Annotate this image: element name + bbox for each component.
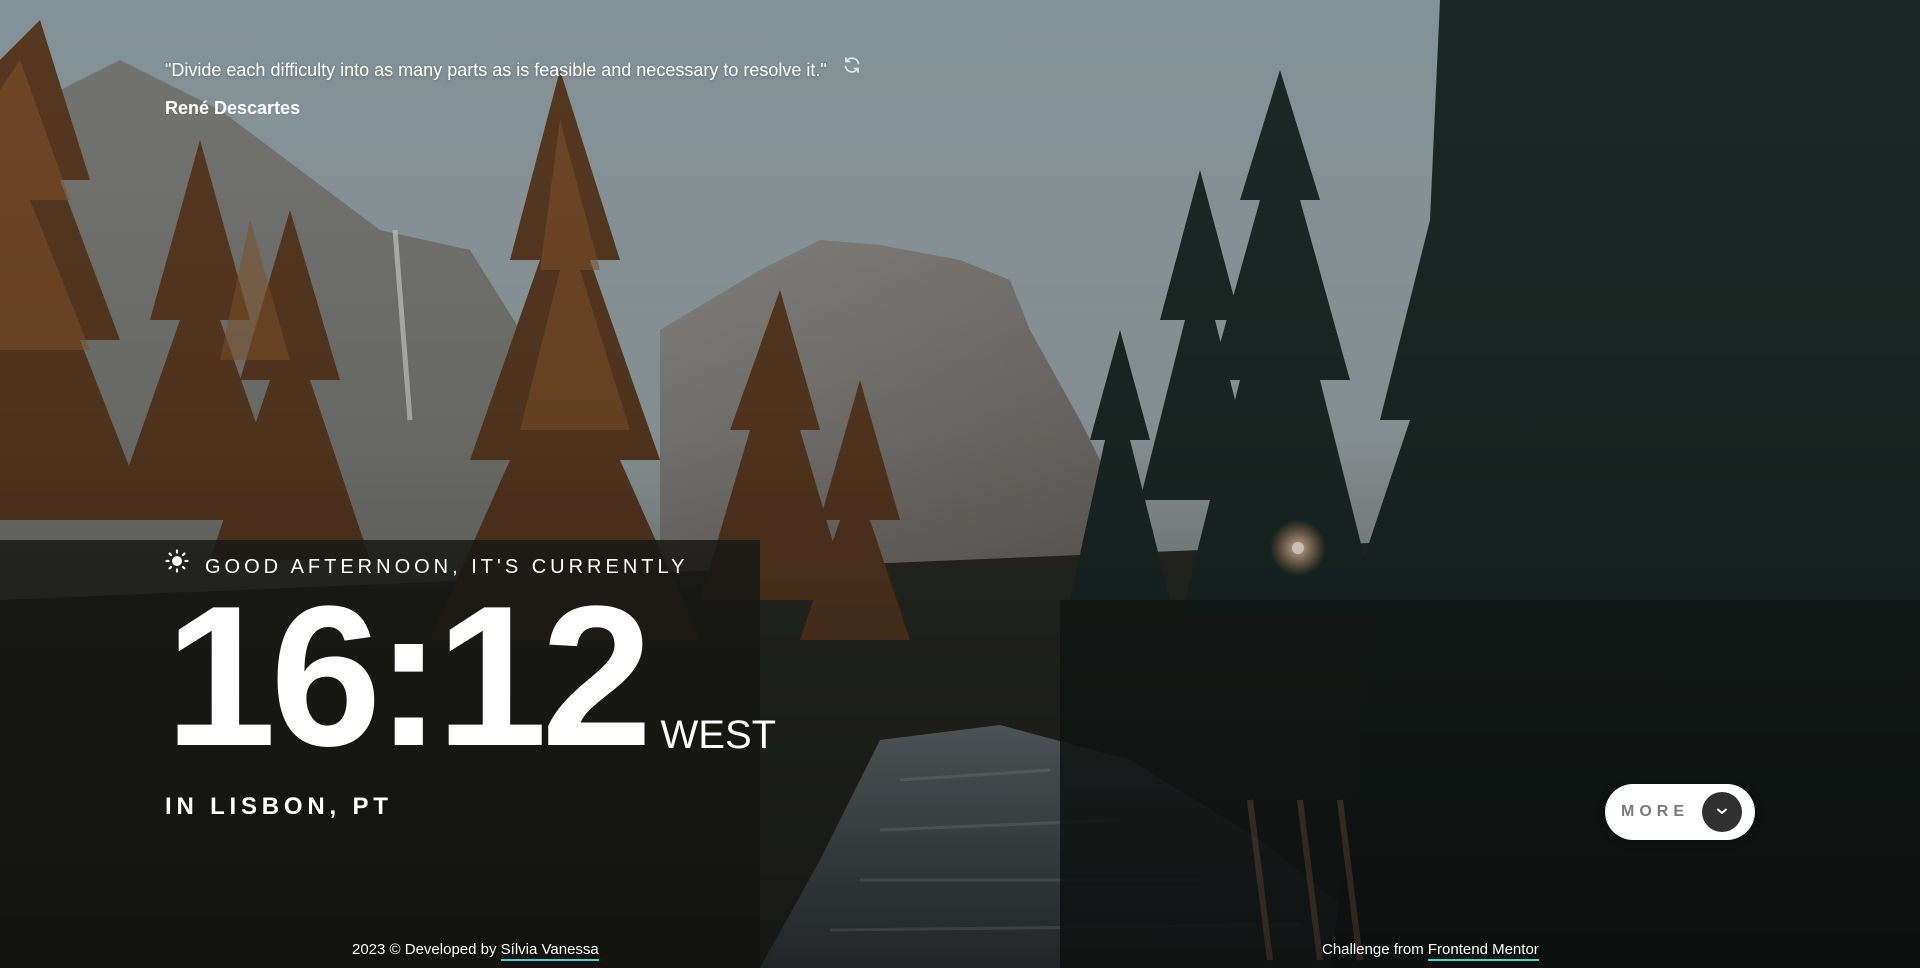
footer-challenge-prefix: Challenge from bbox=[1322, 941, 1428, 958]
quote-author: René Descartes bbox=[165, 98, 301, 118]
quote-section: "Divide each difficulty into as many par… bbox=[165, 52, 925, 122]
chevron-down-icon bbox=[1715, 803, 1729, 821]
more-button[interactable]: MORE bbox=[1605, 784, 1755, 840]
more-button-label: MORE bbox=[1621, 803, 1689, 820]
quote-text: "Divide each difficulty into as many par… bbox=[165, 60, 827, 80]
current-time: 16:12 bbox=[165, 565, 653, 788]
clock-section: GOOD AFTERNOON, IT'S CURRENTLY 16:12 WES… bbox=[165, 547, 776, 821]
location: IN LISBON, PT bbox=[165, 793, 393, 820]
time-row: 16:12 WEST bbox=[165, 565, 777, 788]
frontend-mentor-link[interactable]: Frontend Mentor bbox=[1427, 941, 1539, 961]
footer-credits: 2023 © Developed by Sílvia Vanessa bbox=[352, 940, 599, 961]
refresh-icon[interactable] bbox=[841, 54, 863, 76]
footer-credits-prefix: 2023 © Developed by bbox=[352, 941, 501, 958]
footer-challenge: Challenge from Frontend Mentor bbox=[1322, 940, 1539, 961]
timezone-abbreviation: WEST bbox=[660, 713, 777, 757]
developer-link[interactable]: Sílvia Vanessa bbox=[500, 941, 599, 961]
more-circle bbox=[1702, 792, 1742, 832]
